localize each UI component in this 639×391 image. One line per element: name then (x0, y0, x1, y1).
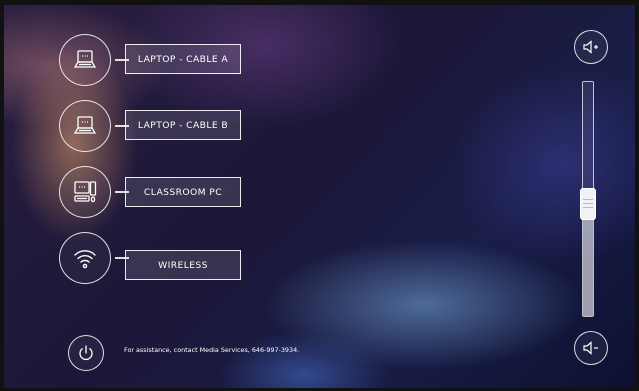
volume-down-button[interactable] (574, 331, 608, 365)
source-label-wireless[interactable]: WIRELESS (125, 250, 241, 280)
source-label-laptop-cable-b[interactable]: LAPTOP - CABLE B (125, 110, 241, 140)
volume-level-fill (583, 204, 593, 316)
source-laptop-cable-b[interactable] (59, 98, 129, 154)
source-classroom-pc[interactable] (59, 164, 129, 220)
source-wireless[interactable] (59, 230, 129, 286)
assistance-text: For assistance, contact Media Services, … (124, 346, 300, 354)
laptop-icon[interactable] (59, 100, 111, 152)
volume-slider-handle[interactable] (580, 187, 596, 220)
power-button[interactable] (68, 335, 104, 371)
source-label-classroom-pc[interactable]: CLASSROOM PC (125, 177, 241, 207)
power-icon (79, 345, 93, 361)
source-laptop-cable-a[interactable] (59, 32, 129, 88)
control-panel-screen: LAPTOP - CABLE A LAPTOP - CABLE B CLASSR… (4, 5, 635, 388)
wifi-icon[interactable] (59, 232, 111, 284)
volume-up-icon (583, 40, 598, 54)
volume-down-icon (583, 341, 598, 355)
volume-up-button[interactable] (574, 30, 608, 64)
laptop-icon[interactable] (59, 34, 111, 86)
desktop-pc-icon[interactable] (59, 166, 111, 218)
source-label-laptop-cable-a[interactable]: LAPTOP - CABLE A (125, 44, 241, 74)
